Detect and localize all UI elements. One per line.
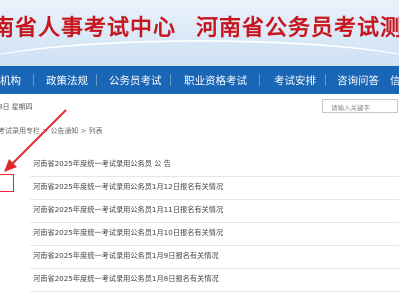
nav-item-organization[interactable]: 机构 — [0, 73, 21, 88]
nav-item-civil-service-exam[interactable]: 公务员考试 — [109, 73, 162, 88]
search-input[interactable]: 请输入关键字 — [322, 99, 398, 113]
nav-item-info[interactable]: 信息 — [390, 73, 399, 88]
nav-divider — [259, 74, 260, 86]
row-divider — [30, 291, 399, 292]
article-link[interactable]: 河南省2025年度统一考试录用公务员1月11日报名有关情况 — [33, 205, 223, 215]
banner-swoosh — [0, 40, 399, 66]
list-item[interactable]: 河南省2025年度统一考试录用公务员 公 告 — [0, 154, 399, 177]
site-banner: 南省人事考试中心 河南省公务员考试测评中 — [0, 0, 399, 66]
article-link[interactable]: 河南省2025年度统一考试录用公务员 公 告 — [33, 159, 171, 169]
list-item[interactable]: 河南省2025年度统一考试录用公务员1月11日报名有关情况 — [0, 200, 399, 223]
article-link[interactable]: 河南省2025年度统一考试录用公务员1月12日报名有关情况 — [33, 182, 223, 192]
article-link[interactable]: 河南省2025年度统一考试录用公务员1月10日报名有关情况 — [33, 228, 223, 238]
main-nav: 机构 政策法规 公务员考试 职业资格考试 考试安排 咨询问答 信息 — [0, 66, 399, 94]
nav-divider — [96, 74, 97, 86]
nav-item-policy[interactable]: 政策法规 — [46, 73, 88, 88]
list-item[interactable]: 河南省2025年度统一考试录用公务员1月8日报名有关情况 — [0, 269, 399, 292]
article-link[interactable]: 河南省2025年度统一考试录用公务员1月9日报名有关情况 — [33, 251, 219, 261]
list-item[interactable]: 河南省2025年度统一考试录用公务员1月10日报名有关情况 — [0, 223, 399, 246]
nav-divider — [33, 74, 34, 86]
list-item[interactable]: 河南省2025年度统一考试录用公务员1月9日报名有关情况 — [0, 246, 399, 269]
nav-divider — [325, 74, 326, 86]
article-link[interactable]: 河南省2025年度统一考试录用公务员1月8日报名有关情况 — [33, 274, 219, 284]
banner-title-left: 南省人事考试中心 — [0, 16, 177, 41]
nav-item-qa[interactable]: 咨询问答 — [337, 73, 379, 88]
nav-item-exam-schedule[interactable]: 考试安排 — [274, 73, 316, 88]
nav-item-qualification-exam[interactable]: 职业资格考试 — [184, 73, 247, 88]
banner-title-right: 河南省公务员考试测评中 — [196, 16, 399, 41]
list-item[interactable]: 河南省2025年度统一考试录用公务员1月12日报名有关情况 — [0, 177, 399, 200]
nav-divider — [170, 74, 171, 86]
